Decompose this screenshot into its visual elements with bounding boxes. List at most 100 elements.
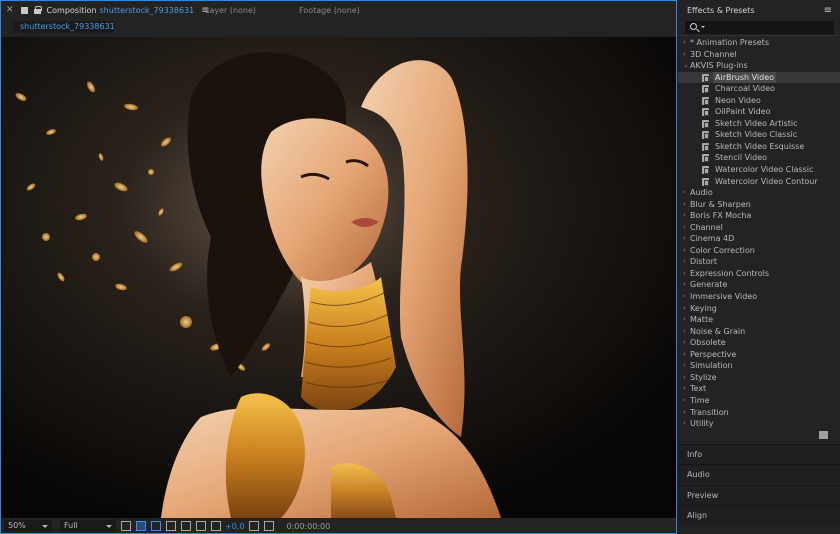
effect-label: Keying	[690, 303, 717, 313]
chevron-right-icon[interactable]: ›	[683, 222, 686, 234]
chevron-right-icon[interactable]: ›	[683, 372, 686, 384]
show-snapshot-icon[interactable]	[264, 521, 275, 531]
effect-category[interactable]: › Text	[678, 383, 840, 395]
effects-presets-panel: Effects & Presets ≡ › * Animation Presets…	[678, 0, 840, 534]
region-of-interest-icon[interactable]	[166, 521, 176, 531]
effect-category[interactable]: › Stylize	[678, 372, 840, 384]
chevron-right-icon[interactable]: ›	[683, 49, 686, 61]
composition-viewer[interactable]	[1, 37, 676, 518]
chevron-right-icon[interactable]: ›	[683, 360, 686, 372]
mask-visibility-icon[interactable]	[151, 521, 161, 531]
color-channels-icon[interactable]	[196, 521, 206, 531]
chevron-right-icon[interactable]: ›	[683, 395, 686, 407]
effect-category[interactable]: › Matte	[678, 314, 840, 326]
effect-category[interactable]: › Color Correction	[678, 245, 840, 257]
composition-tabbar: shutterstock_79338631	[0, 19, 677, 36]
effects-search-input[interactable]	[685, 21, 834, 34]
effect-icon	[702, 73, 709, 82]
effect-category[interactable]: › 3D Channel	[678, 49, 840, 61]
effect-item[interactable]: Sketch Video Classic	[678, 129, 840, 141]
chevron-right-icon[interactable]: ›	[683, 349, 686, 361]
composition-icon	[20, 6, 28, 14]
tab-preview[interactable]: Preview	[678, 485, 840, 505]
fast-previews-icon[interactable]	[121, 521, 131, 531]
effect-label: Distort	[690, 257, 718, 267]
effect-item[interactable]: Sketch Video Esquisse	[678, 141, 840, 153]
tab-audio[interactable]: Audio	[678, 464, 840, 484]
chevron-right-icon[interactable]: ›	[683, 314, 686, 326]
resolution-dropdown[interactable]: Full	[60, 520, 116, 532]
effect-category[interactable]: › Keying	[678, 303, 840, 315]
close-icon[interactable]: ✕	[6, 5, 14, 15]
effect-category[interactable]: › Transition	[678, 407, 840, 419]
chevron-right-icon[interactable]: ›	[683, 199, 686, 211]
effects-bottom-bar	[678, 428, 840, 442]
effect-category[interactable]: › * Animation Presets	[678, 37, 840, 49]
effect-label: Watercolor Video Classic	[715, 165, 814, 175]
chevron-right-icon[interactable]: ›	[683, 210, 686, 222]
effect-label: Channel	[690, 222, 723, 232]
effect-category[interactable]: › Perspective	[678, 349, 840, 361]
chevron-right-icon[interactable]: ›	[683, 245, 686, 257]
effect-label: Perspective	[690, 349, 737, 359]
chevron-right-icon[interactable]: ›	[683, 37, 686, 49]
effect-category[interactable]: › Noise & Grain	[678, 326, 840, 338]
effect-category[interactable]: › Cinema 4D	[678, 233, 840, 245]
composition-name[interactable]: shutterstock_79338631	[100, 6, 195, 15]
effect-category[interactable]: › Boris FX Mocha	[678, 210, 840, 222]
chevron-down-icon[interactable]	[701, 26, 705, 28]
chevron-right-icon[interactable]: ›	[683, 279, 686, 291]
effect-category[interactable]: › Simulation	[678, 360, 840, 372]
effect-category[interactable]: › Obsolete	[678, 337, 840, 349]
effect-icon	[702, 119, 709, 128]
lock-icon[interactable]	[33, 6, 42, 14]
panel-menu-icon[interactable]: ≡	[824, 5, 832, 16]
chevron-right-icon[interactable]: ›	[683, 268, 686, 280]
chevron-right-icon[interactable]: ›	[683, 383, 686, 395]
tab-info[interactable]: Info	[678, 444, 840, 464]
exposure-value[interactable]: +0,0	[225, 522, 244, 531]
effect-category[interactable]: › Generate	[678, 279, 840, 291]
chevron-right-icon[interactable]: ›	[683, 187, 686, 199]
effect-category[interactable]: › Time	[678, 395, 840, 407]
effect-category[interactable]: ⌄ AKVIS Plug-ins	[678, 60, 840, 72]
effect-label: Text	[690, 384, 707, 394]
effect-item[interactable]: Charcoal Video	[678, 83, 840, 95]
effect-category[interactable]: › Blur & Sharpen	[678, 199, 840, 211]
transparency-grid-icon[interactable]	[136, 521, 146, 531]
effect-category[interactable]: › Channel	[678, 222, 840, 234]
effect-label: Matte	[690, 315, 713, 325]
effect-item[interactable]: Sketch Video Artistic	[678, 118, 840, 130]
effect-item[interactable]: OilPaint Video	[678, 106, 840, 118]
new-preset-folder-icon[interactable]	[819, 431, 828, 439]
chevron-right-icon[interactable]: ›	[683, 233, 686, 245]
effect-category[interactable]: › Expression Controls	[678, 268, 840, 280]
layer-panel-tab[interactable]: Layer (none)	[205, 6, 256, 15]
snapshot-icon[interactable]	[249, 521, 260, 531]
chevron-right-icon[interactable]: ›	[683, 326, 686, 338]
tab-align[interactable]: Align	[678, 505, 840, 525]
effect-category[interactable]: › Immersive Video	[678, 291, 840, 303]
chevron-right-icon[interactable]: ›	[683, 291, 686, 303]
chevron-right-icon[interactable]: ›	[683, 337, 686, 349]
effect-item[interactable]: Watercolor Video Classic	[678, 164, 840, 176]
chevron-down-icon[interactable]: ⌄	[683, 60, 689, 72]
magnification-dropdown[interactable]: 50%	[4, 520, 52, 532]
chevron-right-icon[interactable]: ›	[683, 303, 686, 315]
footage-panel-tab[interactable]: Footage (none)	[299, 6, 360, 15]
effect-category[interactable]: › Audio	[678, 187, 840, 199]
effect-label: Obsolete	[690, 338, 726, 348]
effect-item[interactable]: Watercolor Video Contour	[678, 176, 840, 188]
effects-presets-title[interactable]: Effects & Presets	[687, 6, 755, 15]
chevron-right-icon[interactable]: ›	[683, 407, 686, 419]
composition-tab[interactable]: shutterstock_79338631	[13, 21, 115, 33]
current-timecode[interactable]: 0:00:00:00	[286, 522, 330, 531]
effect-item[interactable]: Stencil Video	[678, 152, 840, 164]
chevron-right-icon[interactable]: ›	[683, 256, 686, 268]
color-management-icon[interactable]	[211, 521, 221, 531]
effect-label: Sketch Video Classic	[715, 130, 798, 140]
effect-item[interactable]: Neon Video	[678, 95, 840, 107]
effect-item[interactable]: AirBrush Video	[678, 71, 840, 84]
grid-guides-icon[interactable]	[181, 521, 191, 531]
effect-category[interactable]: › Distort	[678, 256, 840, 268]
